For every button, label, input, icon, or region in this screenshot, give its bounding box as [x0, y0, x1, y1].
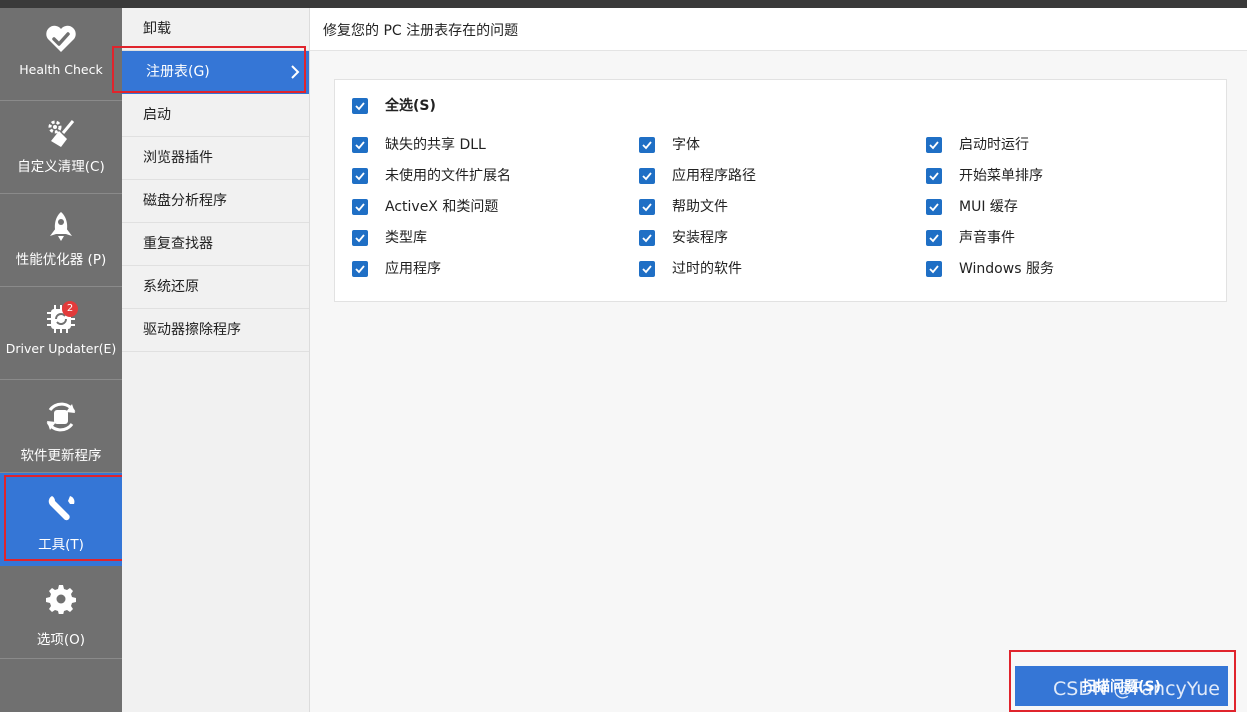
option-checkbox[interactable] — [352, 137, 368, 153]
option-label: 应用程序 — [385, 261, 441, 277]
option-label: 类型库 — [385, 230, 427, 246]
option-checkbox[interactable] — [926, 168, 942, 184]
option-label: 过时的软件 — [672, 261, 742, 277]
option-label: 启动时运行 — [959, 137, 1029, 153]
submenu-uninstall[interactable]: 卸载 — [122, 8, 309, 51]
option-label: 缺失的共享 DLL — [385, 137, 486, 153]
option-checkbox[interactable] — [352, 168, 368, 184]
submenu-browser-plugins[interactable]: 浏览器插件 — [122, 137, 309, 180]
option-checkbox[interactable] — [639, 199, 655, 215]
tools-submenu: 卸载 注册表(G) 启动 浏览器插件 磁盘分析程序 重复查找器 系统还原 驱动器… — [122, 8, 310, 712]
driver-update-count-badge: 2 — [62, 301, 78, 317]
option-label: 开始菜单排序 — [959, 168, 1043, 184]
nav-label: 自定义清理(C) — [17, 159, 105, 175]
select-all-checkbox[interactable] — [352, 98, 368, 114]
submenu-label: 注册表(G) — [146, 64, 210, 80]
option-label: ActiveX 和类问题 — [385, 199, 499, 215]
broom-icon — [0, 117, 122, 149]
nav-health-check[interactable]: Health Check — [0, 8, 122, 101]
nav-label: 选项(O) — [36, 632, 86, 648]
option-label: 字体 — [672, 137, 700, 153]
option-checkbox[interactable] — [639, 261, 655, 277]
submenu-drive-wiper[interactable]: 驱动器擦除程序 — [122, 309, 309, 352]
select-all-label: 全选(S) — [385, 98, 436, 114]
submenu-disk-analyzer[interactable]: 磁盘分析程序 — [122, 180, 309, 223]
option-checkbox[interactable] — [352, 230, 368, 246]
option-checkbox[interactable] — [639, 137, 655, 153]
nav-driver-updater[interactable]: 2 Driver Updater(E) — [0, 287, 122, 380]
option-checkbox[interactable] — [926, 261, 942, 277]
option-label: MUI 缓存 — [959, 199, 1018, 215]
option-checkbox[interactable] — [926, 230, 942, 246]
main-header: 修复您的 PC 注册表存在的问题 — [310, 8, 1247, 51]
nav-label: Driver Updater(E) — [5, 341, 117, 356]
nav-label: 性能优化器 (P) — [15, 252, 107, 268]
option-label: 应用程序路径 — [672, 168, 756, 184]
option-label: 帮助文件 — [672, 199, 728, 215]
update-icon — [0, 398, 122, 432]
option-label: 未使用的文件扩展名 — [385, 168, 511, 184]
wrench-icon — [0, 493, 122, 525]
scan-button-label: 扫描问题(S) — [1082, 679, 1161, 695]
nav-software-updater[interactable]: 软件更新程序 — [0, 380, 122, 473]
page-title: 修复您的 PC 注册表存在的问题 — [323, 23, 519, 39]
window-top-bar — [0, 0, 1247, 8]
gear-icon — [0, 584, 122, 616]
option-checkbox[interactable] — [639, 168, 655, 184]
submenu-startup[interactable]: 启动 — [122, 94, 309, 137]
submenu-registry[interactable]: 注册表(G) — [122, 51, 309, 94]
submenu-duplicate-finder[interactable]: 重复查找器 — [122, 223, 309, 266]
option-checkbox[interactable] — [639, 230, 655, 246]
registry-options-panel — [334, 79, 1227, 302]
option-label: Windows 服务 — [959, 261, 1054, 277]
option-checkbox[interactable] — [352, 199, 368, 215]
nav-label: Health Check — [19, 62, 103, 77]
nav-tools[interactable]: 工具(T) — [0, 473, 122, 566]
nav-label: 软件更新程序 — [20, 448, 102, 464]
nav-performance-optimizer[interactable]: 性能优化器 (P) — [0, 194, 122, 287]
main-nav: Health Check 自定义清理(C) 性能优化器 (P) 2 Driver… — [0, 8, 122, 712]
option-checkbox[interactable] — [352, 261, 368, 277]
submenu-system-restore[interactable]: 系统还原 — [122, 266, 309, 309]
option-checkbox[interactable] — [926, 137, 942, 153]
nav-options[interactable]: 选项(O) — [0, 566, 122, 659]
chip-icon — [0, 303, 122, 335]
nav-label: 工具(T) — [38, 537, 84, 553]
nav-custom-clean[interactable]: 自定义清理(C) — [0, 101, 122, 194]
heart-icon — [0, 24, 122, 56]
option-label: 安装程序 — [672, 230, 728, 246]
scan-issues-button[interactable]: 扫描问题(S) — [1015, 666, 1228, 706]
option-checkbox[interactable] — [926, 199, 942, 215]
option-label: 声音事件 — [959, 230, 1015, 246]
rocket-icon — [0, 210, 122, 242]
